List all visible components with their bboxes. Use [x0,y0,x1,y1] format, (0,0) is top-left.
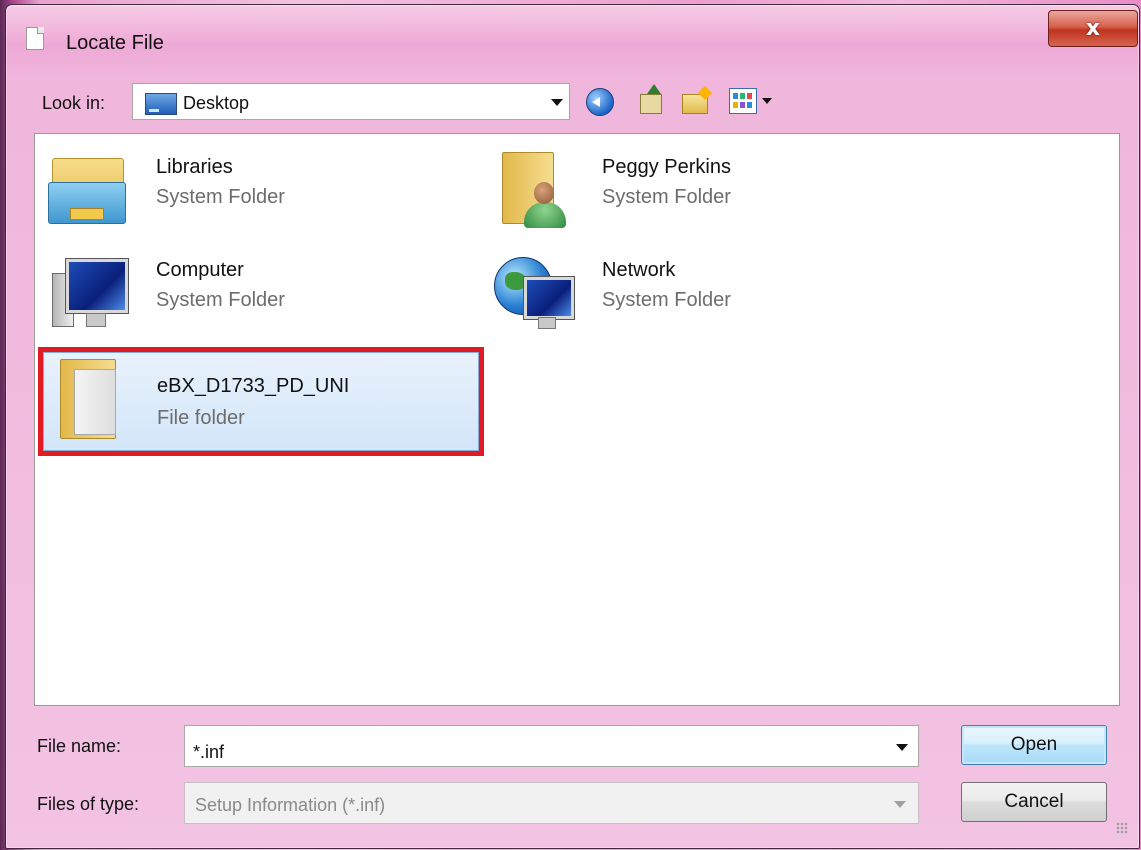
item-name: Libraries [156,156,233,178]
up-one-level-icon[interactable] [638,84,664,116]
back-arrow-icon[interactable] [586,88,614,116]
window-title: Locate File [66,32,164,54]
file-name-label: File name: [37,736,122,756]
file-name-chevron-down-icon[interactable] [896,744,908,751]
item-name: Network [602,259,676,281]
files-of-type-value: Setup Information (*.inf) [195,795,386,815]
computer-icon [48,255,129,331]
open-button[interactable]: Open [961,725,1107,765]
chevron-down-icon [894,801,906,808]
folder-icon [50,359,128,439]
list-item-libraries[interactable]: Libraries System Folder [38,142,478,234]
view-menu-icon[interactable] [729,88,757,114]
chevron-down-icon[interactable] [551,99,563,106]
item-type: System Folder [602,186,731,208]
item-name: eBX_D1733_PD_UNI [157,375,350,397]
new-folder-icon[interactable] [682,85,713,114]
item-type: File folder [157,407,245,429]
list-item-ebx-folder[interactable]: eBX_D1733_PD_UNI File folder [43,352,479,451]
list-item-network[interactable]: Network System Folder [484,245,924,337]
look-in-label: Look in: [42,93,106,113]
look-in-value: Desktop [183,93,250,113]
user-folder-icon [494,152,572,228]
close-icon: x [1085,15,1101,41]
item-type: System Folder [156,289,285,311]
list-item-computer[interactable]: Computer System Folder [38,245,478,337]
item-type: System Folder [156,186,285,208]
item-type: System Folder [602,289,731,311]
files-of-type-dropdown[interactable]: Setup Information (*.inf) [184,782,919,824]
libraries-icon [48,152,126,228]
close-button[interactable]: x [1048,10,1138,47]
files-of-type-label: Files of type: [37,794,140,814]
look-in-dropdown[interactable]: Desktop [132,83,570,120]
file-name-input[interactable] [184,725,919,767]
list-item-peggy-perkins[interactable]: Peggy Perkins System Folder [484,142,924,234]
network-icon [494,255,575,331]
resize-grip-icon[interactable] [1116,822,1128,834]
cancel-button[interactable]: Cancel [961,782,1107,822]
view-menu-chevron-icon[interactable] [762,98,772,104]
item-name: Peggy Perkins [602,156,731,178]
item-name: Computer [156,259,244,281]
document-icon [26,27,44,50]
desktop-icon [145,93,177,115]
